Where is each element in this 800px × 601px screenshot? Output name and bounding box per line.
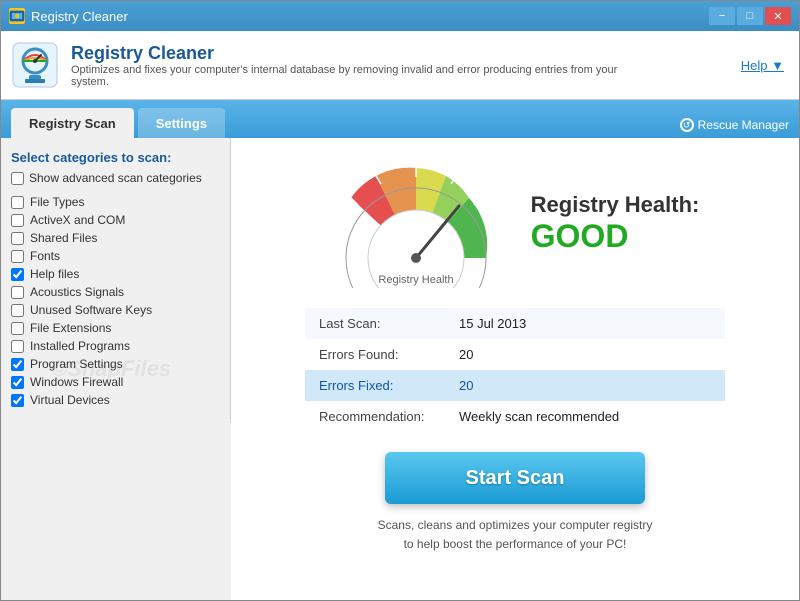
app-icon bbox=[9, 8, 25, 24]
category-file-extensions[interactable]: File Extensions bbox=[11, 321, 220, 335]
category-windows-firewall[interactable]: Windows Firewall bbox=[11, 375, 220, 389]
gauge-meter: Registry Health bbox=[331, 158, 501, 288]
header-logo bbox=[11, 41, 59, 89]
main-window: Registry Cleaner − □ ✕ bbox=[0, 0, 800, 601]
close-button[interactable]: ✕ bbox=[765, 7, 791, 25]
category-help-files[interactable]: Help files bbox=[11, 267, 220, 281]
stat-recommendation: Recommendation: Weekly scan recommended bbox=[305, 401, 725, 432]
category-activex-com[interactable]: ActiveX and COM bbox=[11, 213, 220, 227]
stat-errors-fixed: Errors Fixed: 20 bbox=[305, 370, 725, 401]
category-shared-files[interactable]: Shared Files bbox=[11, 231, 220, 245]
tabs-left: Registry Scan Settings bbox=[11, 108, 225, 138]
health-label: Registry Health: bbox=[531, 192, 700, 218]
category-installed-programs[interactable]: Installed Programs bbox=[11, 339, 220, 353]
tab-settings[interactable]: Settings bbox=[138, 108, 225, 138]
category-program-settings[interactable]: Program Settings bbox=[11, 357, 220, 371]
category-unused-software-keys[interactable]: Unused Software Keys bbox=[11, 303, 220, 317]
app-description: Optimizes and fixes your computer's inte… bbox=[71, 64, 621, 88]
stat-last-scan: Last Scan: 15 Jul 2013 bbox=[305, 308, 725, 339]
rescue-manager-button[interactable]: ↺ Rescue Manager bbox=[680, 118, 789, 138]
help-button[interactable]: Help ▼ bbox=[741, 58, 784, 73]
sidebar: Select categories to scan: Show advanced… bbox=[1, 138, 231, 423]
show-advanced-toggle[interactable]: Show advanced scan categories bbox=[11, 171, 220, 185]
restore-button[interactable]: □ bbox=[737, 7, 763, 25]
main-content: Select categories to scan: Show advanced… bbox=[1, 138, 799, 600]
sidebar-title: Select categories to scan: bbox=[11, 150, 220, 165]
category-acoustics-signals[interactable]: Acoustics Signals bbox=[11, 285, 220, 299]
app-name: Registry Cleaner bbox=[71, 43, 621, 64]
category-virtual-devices[interactable]: Virtual Devices bbox=[11, 393, 220, 407]
show-advanced-checkbox[interactable] bbox=[11, 172, 24, 185]
title-bar: Registry Cleaner − □ ✕ bbox=[1, 1, 799, 31]
right-content: Registry Health Registry Health: GOOD La… bbox=[231, 138, 799, 600]
app-header: Registry Cleaner Optimizes and fixes you… bbox=[1, 31, 799, 100]
health-status: Registry Health: GOOD bbox=[531, 192, 700, 255]
start-scan-button[interactable]: Start Scan bbox=[385, 452, 645, 504]
title-bar-left: Registry Cleaner bbox=[9, 8, 128, 24]
gauge-health-row: Registry Health Registry Health: GOOD bbox=[251, 158, 779, 288]
category-fonts[interactable]: Fonts bbox=[11, 249, 220, 263]
window-title: Registry Cleaner bbox=[31, 9, 128, 24]
svg-text:Registry Health: Registry Health bbox=[378, 274, 453, 286]
window-controls: − □ ✕ bbox=[709, 7, 791, 25]
header-text: Registry Cleaner Optimizes and fixes you… bbox=[71, 43, 621, 88]
scan-description: Scans, cleans and optimizes your compute… bbox=[378, 516, 653, 554]
tab-registry-scan[interactable]: Registry Scan bbox=[11, 108, 134, 138]
header-left: Registry Cleaner Optimizes and fixes you… bbox=[11, 41, 621, 89]
tab-bar: Registry Scan Settings ↺ Rescue Manager bbox=[1, 100, 799, 138]
stats-table: Last Scan: 15 Jul 2013 Errors Found: 20 … bbox=[305, 308, 725, 432]
stat-errors-found: Errors Found: 20 bbox=[305, 339, 725, 370]
category-file-types[interactable]: File Types bbox=[11, 195, 220, 209]
minimize-button[interactable]: − bbox=[709, 7, 735, 25]
rescue-icon: ↺ bbox=[680, 118, 694, 132]
health-value: GOOD bbox=[531, 218, 700, 255]
